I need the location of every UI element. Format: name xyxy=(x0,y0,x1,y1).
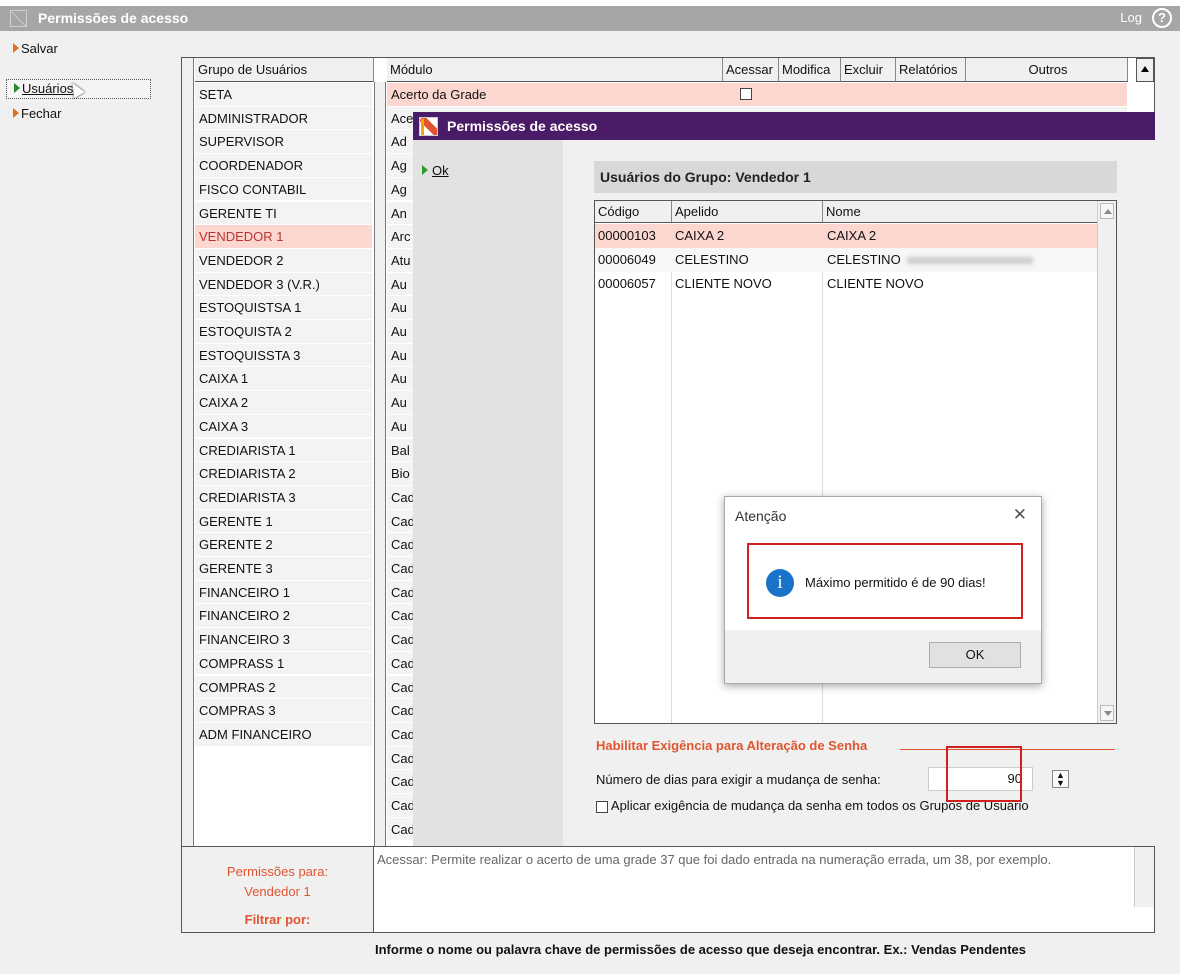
scroll-down-icon[interactable] xyxy=(1100,705,1114,721)
highlight-box xyxy=(747,543,1023,619)
group-row[interactable]: ESTOQUISTA 2 xyxy=(195,320,372,344)
scroll-up-button[interactable] xyxy=(1136,58,1154,82)
group-row[interactable]: ADM FINANCEIRO xyxy=(195,722,372,747)
table-row[interactable]: 00000103 CAIXA 2 CAIXA 2 xyxy=(595,224,1097,248)
permissions-for-label: Permissões para: Vendedor 1 xyxy=(182,847,374,907)
close-icon[interactable]: ✕ xyxy=(1013,505,1027,525)
group-row[interactable]: VENDEDOR 3 (V.R.) xyxy=(195,272,372,297)
filter-label: Filtrar por: xyxy=(182,907,374,932)
group-row[interactable]: ADMINISTRADOR xyxy=(195,106,372,131)
app-logo-icon xyxy=(419,117,438,136)
permissions-for-text: Permissões para: xyxy=(226,864,329,879)
days-label: Número de dias para exigir a mudança de … xyxy=(596,772,881,787)
ok-button[interactable]: Ok xyxy=(422,162,449,180)
group-row[interactable]: COMPRAS 2 xyxy=(195,675,372,700)
group-row[interactable]: FINANCEIRO 1 xyxy=(195,580,372,605)
column-header-name[interactable]: Nome xyxy=(823,201,1097,223)
highlight-box xyxy=(946,746,1022,802)
alert-ok-button[interactable]: OK xyxy=(929,642,1021,668)
title-bar: Permissões de acesso Log ? xyxy=(0,6,1180,31)
save-button[interactable]: Salvar xyxy=(6,40,151,60)
log-link[interactable]: Log xyxy=(1120,10,1142,25)
column-divider xyxy=(671,223,672,723)
group-row[interactable]: COMPRASS 1 xyxy=(195,651,372,676)
group-header: Usuários do Grupo: Vendedor 1 xyxy=(594,161,1117,193)
row-indicator-column xyxy=(182,58,194,846)
left-panel: Salvar Usuários Fechar xyxy=(0,31,156,974)
arrow-right-icon xyxy=(14,83,20,93)
app-icon xyxy=(10,10,27,27)
permissions-group-name: Vendedor 1 xyxy=(244,884,311,899)
permission-description: Acessar: Permite realizar o acerto de um… xyxy=(377,852,1052,867)
arrow-right-icon xyxy=(422,165,428,175)
column-header-nickname[interactable]: Apelido xyxy=(672,201,823,223)
group-row[interactable]: CREDIARISTA 2 xyxy=(195,462,372,486)
users-dialog: Permissões de acesso Ok Usuários do Grup… xyxy=(413,112,1155,846)
group-row[interactable]: CREDIARISTA 1 xyxy=(195,438,372,463)
column-header-group[interactable]: Grupo de Usuários xyxy=(195,58,374,82)
group-row[interactable]: CAIXA 1 xyxy=(195,367,372,392)
table-row[interactable]: 00006057 CLIENTE NOVO CLIENTE NOVO xyxy=(595,272,1097,296)
close-button[interactable]: Fechar xyxy=(6,105,151,125)
group-row[interactable]: SETA xyxy=(195,83,372,107)
column-header-code[interactable]: Código xyxy=(595,201,672,223)
group-row[interactable]: FINANCEIRO 2 xyxy=(195,604,372,629)
group-row[interactable]: CAIXA 3 xyxy=(195,414,372,439)
users-scrollbar[interactable] xyxy=(1097,201,1116,723)
group-row[interactable]: VENDEDOR 2 xyxy=(195,248,372,273)
dialog-title: Permissões de acesso xyxy=(413,112,1155,140)
question-circle-icon[interactable]: ? xyxy=(1152,8,1172,28)
group-row[interactable]: CREDIARISTA 3 xyxy=(195,485,372,510)
group-row[interactable]: GERENTE 3 xyxy=(195,557,372,581)
dialog-sidebar: Ok xyxy=(413,140,563,846)
alert-body: i Máximo permitido é de 90 dias! xyxy=(725,535,1041,630)
column-header-modify[interactable]: Modifica xyxy=(779,58,841,82)
group-row[interactable]: GERENTE 1 xyxy=(195,509,372,534)
group-row[interactable]: CAIXA 2 xyxy=(195,391,372,415)
days-stepper[interactable]: ▲ ▼ xyxy=(1052,770,1069,788)
password-section-title: Habilitar Exigência para Alteração de Se… xyxy=(596,738,868,753)
group-row[interactable]: FISCO CONTABIL xyxy=(195,177,372,202)
group-row[interactable]: COMPRAS 3 xyxy=(195,699,372,723)
group-row[interactable]: ESTOQUISTSA 1 xyxy=(195,296,372,320)
column-header-delete[interactable]: Excluir xyxy=(841,58,896,82)
filter-hint: Informe o nome ou palavra chave de permi… xyxy=(375,942,1026,957)
group-row[interactable]: COORDENADOR xyxy=(195,154,372,178)
window-title: Permissões de acesso xyxy=(38,10,189,26)
module-indicator-column xyxy=(374,82,386,846)
access-checkbox[interactable] xyxy=(740,88,752,100)
column-header-access[interactable]: Acessar xyxy=(723,58,779,82)
alert-dialog: Atenção ✕ i Máximo permitido é de 90 dia… xyxy=(724,496,1042,684)
apply-all-checkbox[interactable] xyxy=(596,800,608,813)
blurred-text xyxy=(907,257,1033,264)
table-row[interactable]: 00006049 CELESTINO CELESTINO xyxy=(595,248,1097,272)
group-row[interactable]: SUPERVISOR xyxy=(195,130,372,155)
group-row[interactable]: GERENTE TI xyxy=(195,201,372,226)
description-scrollbar[interactable] xyxy=(1134,847,1154,907)
column-header-module[interactable]: Módulo xyxy=(387,58,723,82)
column-header-reports[interactable]: Relatórios xyxy=(896,58,966,82)
description-panel: Permissões para: Vendedor 1 Acessar: Per… xyxy=(181,846,1155,908)
filter-row: Filtrar por: xyxy=(181,907,1155,933)
filter-input[interactable] xyxy=(376,908,1152,930)
group-row[interactable]: GERENTE 2 xyxy=(195,533,372,557)
scroll-up-icon[interactable] xyxy=(1100,203,1114,219)
group-row[interactable]: ESTOQUISSTA 3 xyxy=(195,343,372,368)
module-row[interactable]: Acerto da Grade xyxy=(387,83,1127,107)
alert-title: Atenção xyxy=(725,497,1041,535)
arrow-right-icon xyxy=(13,43,19,53)
arrow-right-icon xyxy=(13,108,19,118)
group-row[interactable]: FINANCEIRO 3 xyxy=(195,628,372,652)
group-row[interactable]: VENDEDOR 1 xyxy=(195,225,372,249)
column-header-others[interactable]: Outros xyxy=(966,58,1128,82)
